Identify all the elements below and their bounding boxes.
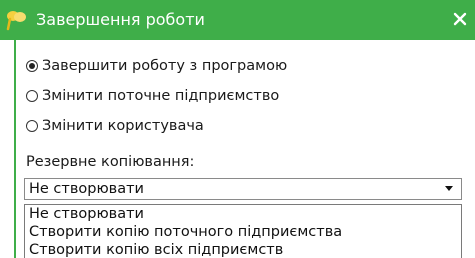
window-title: Завершення роботи bbox=[36, 10, 205, 29]
dropdown-option-current[interactable]: Створити копію поточного підприємства bbox=[25, 223, 461, 241]
radio-label: Змінити користувача bbox=[42, 118, 204, 134]
radio-button[interactable] bbox=[26, 120, 38, 132]
radio-button[interactable] bbox=[26, 90, 38, 102]
dropdown-option-all[interactable]: Створити копію всіх підприємств bbox=[25, 241, 461, 258]
radio-label: Змінити поточне підприємство bbox=[42, 88, 280, 104]
radio-label: Завершити роботу з програмою bbox=[42, 58, 288, 74]
backup-dropdown-list: Не створювати Створити копію поточного п… bbox=[24, 204, 462, 258]
backup-select[interactable]: Не створювати bbox=[24, 178, 462, 200]
title-bar: Завершення роботи bbox=[0, 0, 475, 40]
chevron-down-icon[interactable] bbox=[445, 186, 453, 191]
dropdown-option-none[interactable]: Не створювати bbox=[25, 205, 461, 223]
radio-button-checked[interactable] bbox=[26, 60, 38, 72]
shutdown-dialog: Завершення роботи Завершити роботу з про… bbox=[0, 0, 475, 258]
yellow-flag-icon bbox=[5, 9, 29, 31]
close-button[interactable] bbox=[449, 7, 471, 31]
radio-change-enterprise[interactable]: Змінити поточне підприємство bbox=[26, 85, 279, 107]
radio-change-user[interactable]: Змінити користувача bbox=[26, 115, 204, 137]
close-icon bbox=[453, 12, 467, 26]
backup-select-value: Не створювати bbox=[29, 181, 144, 197]
radio-exit-program[interactable]: Завершити роботу з програмою bbox=[26, 55, 287, 77]
backup-label: Резервне копіювання: bbox=[26, 154, 195, 170]
